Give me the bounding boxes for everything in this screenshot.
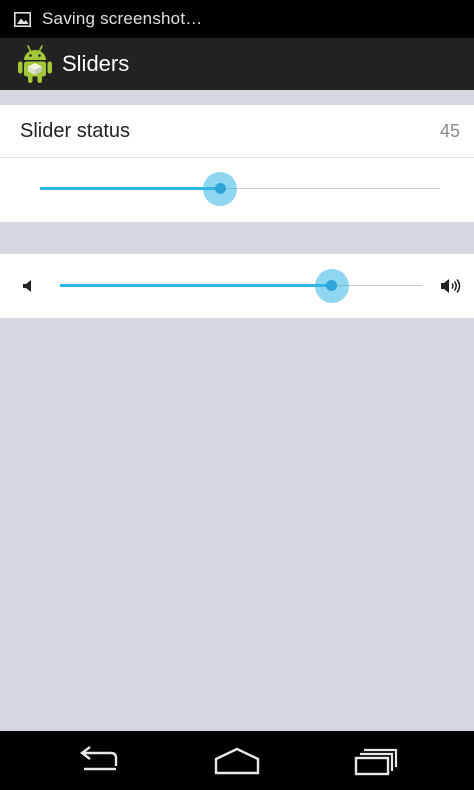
navigation-bar — [0, 731, 474, 790]
action-bar: Sliders — [0, 38, 474, 90]
volume-high-icon — [441, 279, 461, 293]
app-title: Sliders — [62, 51, 130, 76]
back-icon[interactable] — [76, 745, 122, 777]
slider-status-row: Slider status 45 — [0, 105, 474, 158]
android-robot-icon[interactable] — [16, 43, 54, 85]
slider-status-card: Slider status 45 — [0, 105, 474, 222]
status-slider-thumb[interactable] — [214, 183, 226, 194]
volume-low-icon — [23, 280, 31, 292]
status-slider-fill — [40, 187, 220, 190]
recents-icon[interactable] — [352, 745, 400, 777]
volume-slider-thumb[interactable] — [326, 280, 337, 291]
status-notification-text: Saving screenshot… — [42, 9, 203, 28]
home-icon[interactable] — [212, 745, 262, 777]
status-slider[interactable] — [40, 169, 440, 209]
image-icon — [14, 11, 31, 27]
status-bar: Saving screenshot… — [0, 0, 474, 38]
screen: Saving screenshot… Sliders Slider status… — [0, 0, 474, 790]
content-area: Slider status 45 — [0, 90, 474, 731]
volume-card — [0, 254, 474, 318]
slider-status-value: 45 — [439, 121, 460, 141]
volume-slider[interactable] — [60, 266, 422, 306]
slider-status-label: Slider status — [20, 120, 131, 142]
volume-slider-fill — [60, 284, 332, 287]
